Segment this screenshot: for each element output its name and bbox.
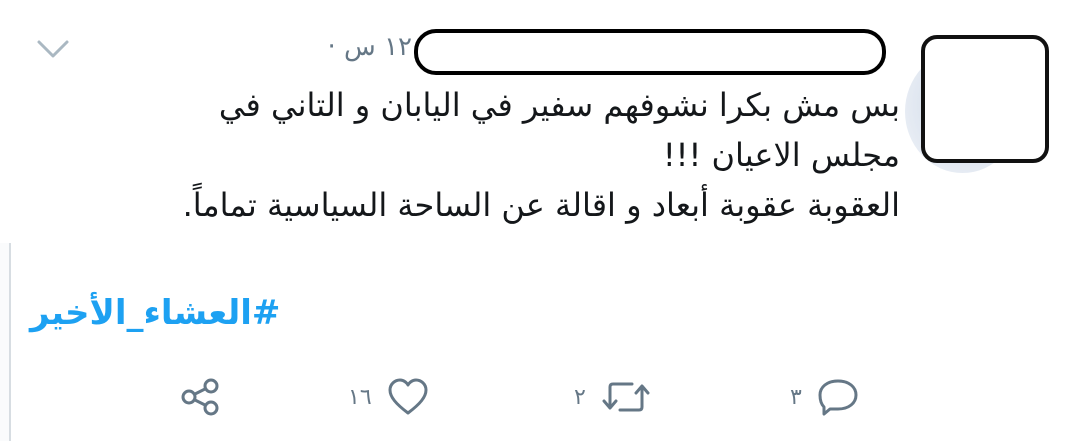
retweet-count: ٢ xyxy=(574,384,586,410)
username-redaction xyxy=(414,29,886,75)
tweet-text-line: مجلس الاعيان !!! xyxy=(662,136,900,174)
reply-icon xyxy=(816,377,860,417)
tweet-text-line: العقوبة عقوبة أبعاد و اقالة عن الساحة ال… xyxy=(182,186,900,224)
retweet-icon xyxy=(600,377,652,417)
avatar[interactable] xyxy=(905,35,1049,173)
tweet-text: بس مش بكرا نشوفهم سفير في اليابان و التا… xyxy=(140,80,900,230)
heart-icon xyxy=(386,377,430,417)
reply-count: ٣ xyxy=(790,384,802,410)
like-count: ١٦ xyxy=(348,384,372,410)
retweet-button[interactable]: ٢ xyxy=(574,374,652,420)
reply-button[interactable]: ٣ xyxy=(790,374,860,420)
tweet-text-line: بس مش بكرا نشوفهم سفير في اليابان و التا… xyxy=(218,86,900,124)
avatar-redaction xyxy=(921,35,1049,163)
share-icon xyxy=(178,377,222,417)
left-panel-edge xyxy=(0,243,11,441)
tweet-timestamp[interactable]: ١٢ س · xyxy=(328,32,412,62)
like-button[interactable]: ١٦ xyxy=(348,374,430,420)
share-button[interactable] xyxy=(178,374,222,420)
hashtag-link[interactable]: #العشاء_الأخير xyxy=(30,293,280,333)
chevron-down-icon[interactable] xyxy=(36,38,70,60)
